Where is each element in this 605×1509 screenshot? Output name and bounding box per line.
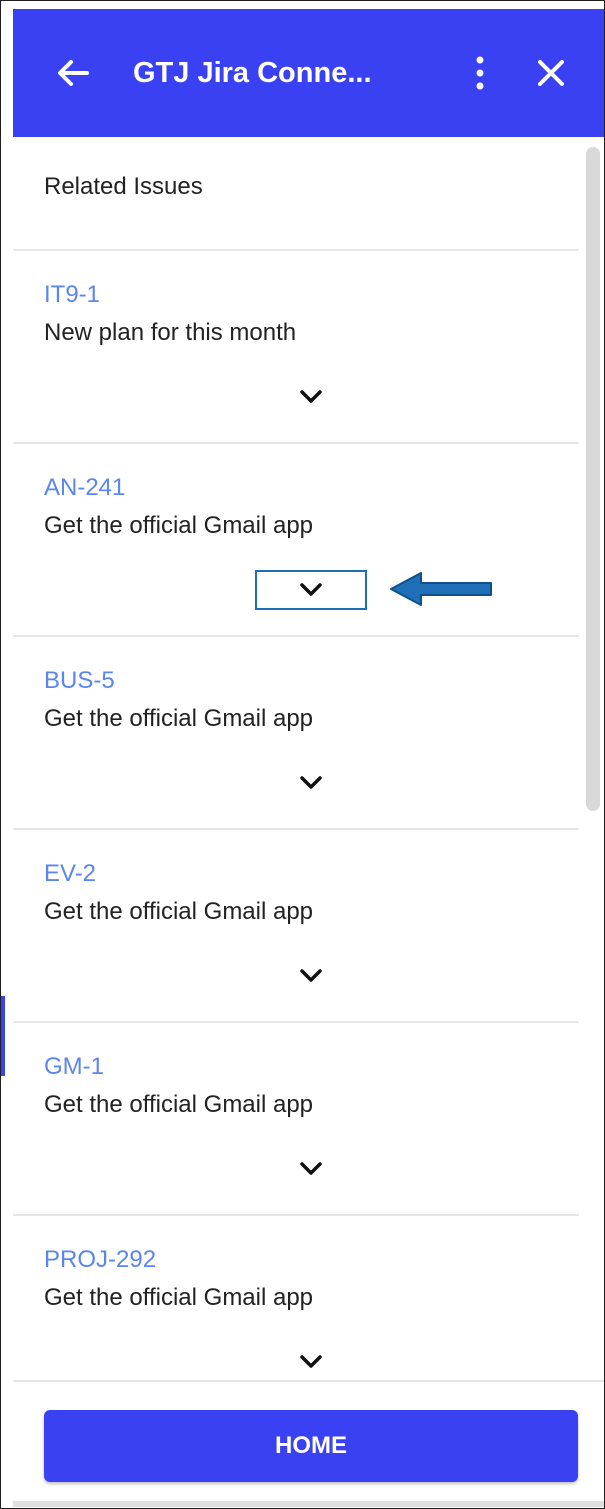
issue-summary: Get the official Gmail app bbox=[44, 898, 314, 925]
close-icon bbox=[538, 60, 564, 86]
issue-card: GM-1 Get the official Gmail app bbox=[13, 1023, 579, 1216]
issue-key-link[interactable]: EV-2 bbox=[44, 860, 96, 888]
issue-summary: New plan for this month bbox=[44, 319, 297, 346]
more-vertical-icon bbox=[476, 56, 484, 90]
issue-key-link[interactable]: IT9-1 bbox=[44, 281, 100, 309]
issues-panel: Related Issues IT9-1 New plan for this m… bbox=[13, 137, 579, 1380]
focus-indicator bbox=[1, 996, 5, 1076]
header-bar: GTJ Jira Conne... bbox=[13, 9, 604, 137]
chevron-down-icon bbox=[300, 1162, 322, 1175]
arrow-left-icon bbox=[58, 60, 89, 86]
issue-summary: Get the official Gmail app bbox=[44, 1091, 314, 1118]
issue-card: PROJ-292 Get the official Gmail app bbox=[13, 1216, 579, 1380]
expand-button[interactable] bbox=[255, 570, 367, 610]
issue-card: EV-2 Get the official Gmail app bbox=[13, 830, 579, 1023]
issue-card: IT9-1 New plan for this month bbox=[13, 251, 579, 444]
issue-card: AN-241 Get the official Gmail app bbox=[13, 444, 579, 637]
issue-summary: Get the official Gmail app bbox=[44, 705, 314, 732]
chevron-down-icon bbox=[300, 390, 322, 403]
issue-key-link[interactable]: GM-1 bbox=[44, 1053, 104, 1081]
expand-button[interactable] bbox=[255, 1149, 367, 1189]
issue-summary: Get the official Gmail app bbox=[44, 1284, 314, 1311]
app-title: GTJ Jira Conne... bbox=[133, 57, 372, 89]
addon-panel: GTJ Jira Conne... Related Issues IT9-1 N… bbox=[0, 0, 605, 1509]
issue-key-link[interactable]: PROJ-292 bbox=[44, 1246, 156, 1274]
section-title: Related Issues bbox=[44, 173, 203, 200]
issue-summary: Get the official Gmail app bbox=[44, 512, 314, 539]
issue-key-link[interactable]: AN-241 bbox=[44, 474, 125, 502]
chevron-down-icon bbox=[300, 583, 322, 596]
more-options-button[interactable] bbox=[458, 49, 502, 97]
expand-button[interactable] bbox=[255, 377, 367, 417]
footer-divider bbox=[13, 1501, 604, 1507]
scrollbar-thumb[interactable] bbox=[586, 147, 600, 811]
back-button[interactable] bbox=[51, 49, 95, 97]
issue-card: BUS-5 Get the official Gmail app bbox=[13, 637, 579, 830]
expand-button[interactable] bbox=[255, 763, 367, 803]
expand-button[interactable] bbox=[255, 956, 367, 996]
home-button[interactable]: HOME bbox=[44, 1410, 578, 1482]
expand-button[interactable] bbox=[255, 1342, 367, 1380]
chevron-down-icon bbox=[300, 969, 322, 982]
annotation-arrow-icon bbox=[390, 572, 492, 606]
issue-key-link[interactable]: BUS-5 bbox=[44, 667, 115, 695]
section-header: Related Issues bbox=[13, 137, 579, 251]
chevron-down-icon bbox=[300, 1355, 322, 1368]
chevron-down-icon bbox=[300, 776, 322, 789]
footer-bar: HOME bbox=[13, 1380, 604, 1508]
close-button[interactable] bbox=[529, 49, 573, 97]
